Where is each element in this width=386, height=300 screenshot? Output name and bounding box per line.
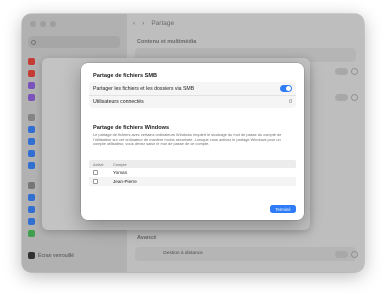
account-checkbox[interactable] bbox=[93, 170, 98, 175]
connected-users-row: Utilisateurs connectés 0 bbox=[89, 95, 296, 108]
share-toggle-row: Partager les fichiers et les dossiers vi… bbox=[89, 82, 296, 95]
table-row[interactable]: Yoman bbox=[89, 168, 296, 177]
share-toggle-label: Partager les fichiers et les dossiers vi… bbox=[93, 85, 195, 92]
windows-sharing-title: Partage de fichiers Windows bbox=[93, 125, 170, 131]
done-button[interactable]: Terminé bbox=[270, 205, 296, 213]
col-account-header[interactable]: Compte bbox=[113, 162, 127, 167]
col-active-header[interactable]: Activé bbox=[93, 162, 113, 167]
account-checkbox[interactable] bbox=[93, 179, 98, 184]
connected-users-label: Utilisateurs connectés bbox=[93, 99, 144, 105]
sheet-title: Partage de fichiers SMB bbox=[93, 73, 158, 79]
smb-settings-card: Partager les fichiers et les dossiers vi… bbox=[89, 82, 296, 108]
table-header: Activé Compte bbox=[89, 160, 296, 168]
share-toggle-switch[interactable] bbox=[280, 85, 292, 92]
account-name: Jean-Pierre bbox=[113, 179, 137, 184]
connected-users-count: 0 bbox=[289, 99, 292, 105]
account-name: Yoman bbox=[113, 170, 128, 175]
accounts-table: Activé Compte Yoman Jean-Pierre bbox=[89, 160, 296, 186]
switch-knob bbox=[285, 85, 292, 92]
table-row[interactable]: Jean-Pierre bbox=[89, 177, 296, 186]
windows-sharing-description: Le partage de fichiers avec certains ord… bbox=[93, 132, 282, 147]
smb-sharing-sheet: Partage de fichiers SMB Partager les fic… bbox=[81, 63, 304, 220]
